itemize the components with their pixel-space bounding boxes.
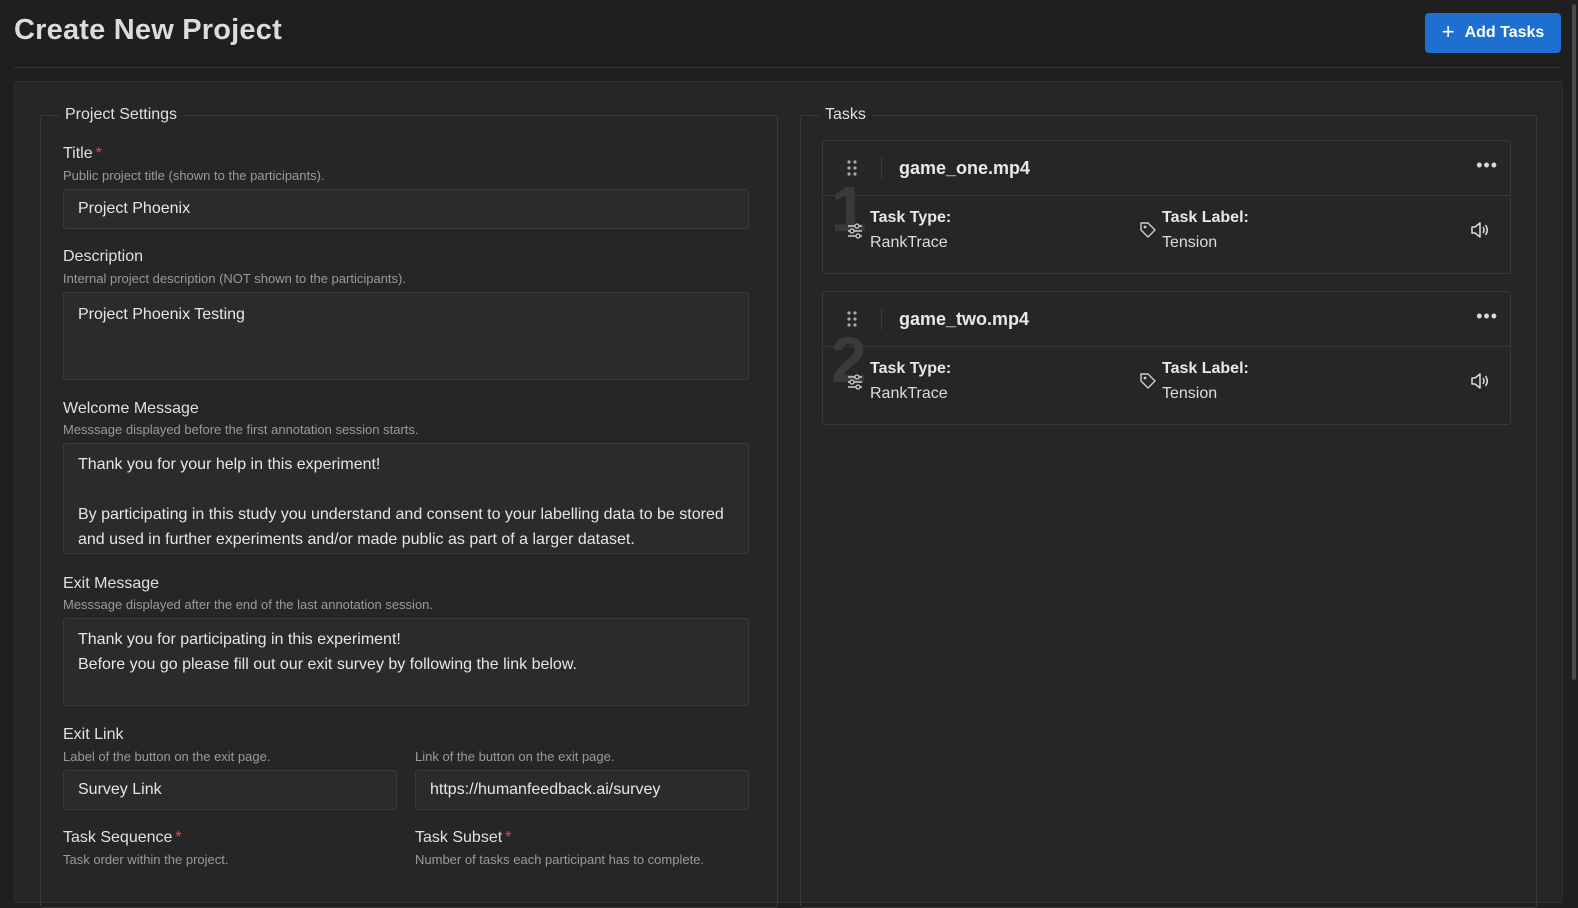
welcome-message-textarea[interactable]: Thank you for your help in this experime… bbox=[63, 443, 749, 554]
add-tasks-button[interactable]: + Add Tasks bbox=[1425, 13, 1561, 53]
title-label: Title * bbox=[63, 145, 102, 163]
task-type-label: Task Type: bbox=[870, 360, 952, 377]
exit-link-label: Exit Link bbox=[63, 726, 124, 743]
project-settings-legend: Project Settings bbox=[65, 106, 178, 123]
tag-icon bbox=[1140, 373, 1156, 389]
tasks-legend: Tasks bbox=[825, 106, 866, 123]
welcome-message-label: Welcome Message bbox=[63, 400, 199, 417]
task-label-value: Tension bbox=[1162, 385, 1218, 402]
description-label: Description bbox=[63, 248, 144, 265]
exit-link-url-input[interactable]: https://humanfeedback.ai/survey bbox=[415, 770, 749, 810]
task-label-value: Tension bbox=[1162, 234, 1218, 251]
description-textarea[interactable]: Project Phoenix Testing bbox=[63, 292, 749, 380]
exit-message-label: Exit Message bbox=[63, 575, 160, 592]
exit-line: Before you go please fill out our exit s… bbox=[78, 656, 577, 673]
header-divider bbox=[14, 67, 1561, 68]
task-subset-label: Task Subset * bbox=[415, 829, 511, 847]
exit-link-url-hint: Link of the button on the exit page. bbox=[415, 749, 615, 764]
task-type-label: Task Type: bbox=[870, 209, 952, 226]
required-mark: * bbox=[175, 829, 182, 846]
header-separator bbox=[881, 308, 882, 330]
task-sequence-label: Task Sequence * bbox=[63, 829, 182, 847]
exit-link-label-input[interactable]: Survey Link bbox=[63, 770, 397, 810]
sliders-icon bbox=[848, 223, 862, 239]
welcome-message-hint: Messsage displayed before the first anno… bbox=[63, 422, 419, 437]
task-sequence-label-text: Task Sequence bbox=[63, 829, 173, 846]
tag-icon bbox=[1140, 222, 1156, 238]
sliders-icon bbox=[848, 374, 862, 390]
exit-link-label-hint: Label of the button on the exit page. bbox=[63, 749, 271, 764]
page-header: Create New Project + Add Tasks bbox=[0, 0, 1578, 68]
welcome-line bbox=[78, 477, 734, 502]
page-title: Create New Project bbox=[14, 14, 282, 46]
task-subset-label-text: Task Subset bbox=[415, 829, 503, 846]
task-card[interactable]: game_two.mp4 ••• 2 Task Type: RankTrace … bbox=[822, 291, 1511, 425]
required-mark: * bbox=[505, 829, 512, 846]
title-hint: Public project title (shown to the parti… bbox=[63, 168, 325, 183]
more-options-icon[interactable]: ••• bbox=[1476, 155, 1498, 176]
welcome-line: Thank you for your help in this experime… bbox=[78, 456, 381, 473]
welcome-line: By participating in this study you under… bbox=[78, 506, 724, 523]
header-separator bbox=[881, 157, 882, 179]
task-type-value: RankTrace bbox=[870, 385, 948, 402]
task-name: game_two.mp4 bbox=[899, 309, 1030, 329]
task-label-label: Task Label: bbox=[1162, 360, 1249, 377]
description-hint: Internal project description (NOT shown … bbox=[63, 271, 406, 286]
description-text: Project Phoenix Testing bbox=[78, 306, 245, 323]
required-mark: * bbox=[95, 145, 102, 162]
more-options-icon[interactable]: ••• bbox=[1476, 306, 1498, 327]
scrollbar-thumb[interactable] bbox=[1572, 4, 1576, 680]
add-tasks-label: Add Tasks bbox=[1464, 24, 1545, 41]
title-input[interactable]: Project Phoenix bbox=[63, 189, 749, 229]
task-name: game_one.mp4 bbox=[899, 158, 1031, 178]
plus-icon: + bbox=[1441, 19, 1455, 44]
title-label-text: Title bbox=[63, 145, 93, 162]
exit-message-textarea[interactable]: Thank you for participating in this expe… bbox=[63, 618, 749, 706]
task-card[interactable]: game_one.mp4 ••• 1 Task Type: RankTrace … bbox=[822, 140, 1511, 274]
task-sequence-hint: Task order within the project. bbox=[63, 852, 229, 867]
exit-message-hint: Messsage displayed after the end of the … bbox=[63, 597, 434, 612]
audio-icon[interactable] bbox=[1470, 372, 1490, 390]
welcome-line: and used in further experiments and/or m… bbox=[78, 531, 635, 548]
task-label-label: Task Label: bbox=[1162, 209, 1249, 226]
task-type-value: RankTrace bbox=[870, 234, 948, 251]
audio-icon[interactable] bbox=[1470, 221, 1490, 239]
task-subset-hint: Number of tasks each participant has to … bbox=[415, 852, 705, 867]
exit-line: Thank you for participating in this expe… bbox=[78, 631, 401, 648]
